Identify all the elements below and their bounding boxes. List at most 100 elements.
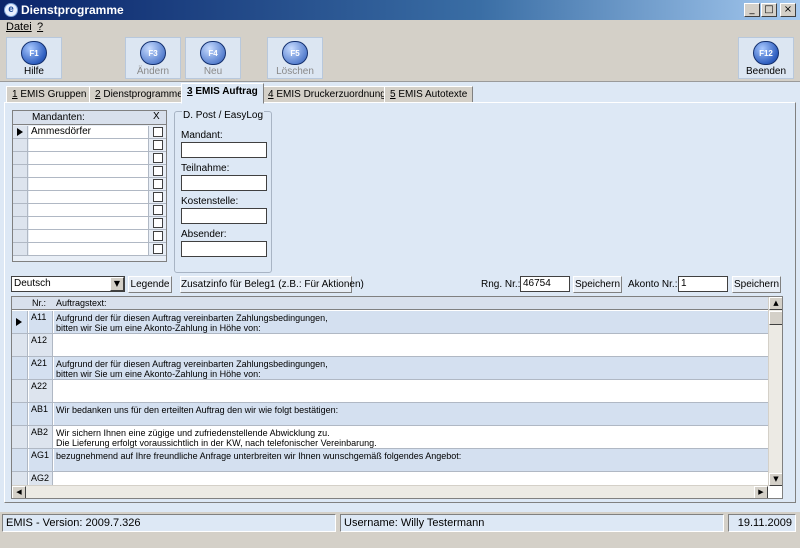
teilnahme-field[interactable] (181, 175, 267, 191)
minimize-button[interactable]: _ (744, 3, 760, 17)
help-button-label: Hilfe (23, 66, 44, 77)
exit-button[interactable]: F12 Beenden (738, 37, 794, 79)
row-nr: AB1 (29, 403, 53, 425)
date-status: 19.11.2009 (728, 514, 796, 532)
save-akonto-button[interactable]: Speichern (732, 276, 781, 293)
menu-help[interactable]: ? (37, 21, 43, 33)
mandant-checkbox[interactable] (153, 166, 163, 176)
menu-datei[interactable]: Datei (6, 21, 32, 33)
horizontal-scrollbar[interactable]: ◀ ▶ (12, 485, 768, 498)
mandanten-row[interactable]: Ammesdörfer (13, 126, 166, 139)
row-indicator (12, 334, 28, 356)
mandanten-column-header: Mandanten: (32, 112, 85, 123)
row-indicator (13, 126, 28, 138)
mandant-name[interactable] (29, 217, 149, 229)
save-rng-button[interactable]: Speichern (573, 276, 622, 293)
rng-nr-input[interactable]: 46754 (520, 276, 570, 292)
table-row[interactable]: AG1 bezugnehmend auf Ihre freundliche Anf… (12, 449, 768, 472)
absender-field-label: Absender: (181, 229, 227, 240)
help-button[interactable]: F1 Hilfe (6, 37, 62, 79)
mandanten-row[interactable] (13, 152, 166, 165)
mandant-checkbox[interactable] (153, 205, 163, 215)
vertical-scrollbar[interactable]: ▲ ▼ (768, 297, 782, 486)
language-select[interactable]: Deutsch ▼ (11, 276, 125, 292)
row-text[interactable]: Aufgrund der für diesen Auftrag vereinba… (54, 311, 768, 333)
table-row[interactable]: A12 (12, 334, 768, 357)
maximize-button[interactable]: □ (761, 3, 777, 17)
mandant-checkbox[interactable] (153, 127, 163, 137)
row-indicator (12, 426, 28, 448)
mandanten-row[interactable] (13, 243, 166, 256)
row-text[interactable] (54, 334, 768, 356)
edit-button[interactable]: F3 Ändern (125, 37, 181, 79)
row-text[interactable]: Wir bedanken uns für den erteilten Auftr… (54, 403, 768, 425)
post-group-title: D. Post / EasyLog (182, 110, 265, 121)
mandant-name[interactable] (29, 152, 149, 164)
mandant-checkbox[interactable] (153, 140, 163, 150)
table-row[interactable]: AB2 Wir sichern Ihnen eine zügige und zuf… (12, 426, 768, 449)
absender-field[interactable] (181, 241, 267, 257)
mandanten-row[interactable] (13, 178, 166, 191)
auftrag-header: Nr.: Auftragstext: (12, 297, 768, 310)
chevron-down-icon[interactable]: ▼ (110, 277, 124, 291)
mandant-name[interactable] (29, 165, 149, 177)
f3-key-icon: F3 (140, 41, 166, 65)
row-text[interactable]: Wir sichern Ihnen eine zügige und zufrie… (54, 426, 768, 448)
mandanten-row[interactable] (13, 191, 166, 204)
mandant-checkbox[interactable] (153, 179, 163, 189)
scroll-up-icon[interactable]: ▲ (769, 297, 782, 310)
tab-emis-auftrag[interactable]: 3 EMIS Auftrag (181, 83, 264, 104)
f12-key-icon: F12 (753, 41, 779, 65)
row-indicator (12, 311, 28, 333)
row-text[interactable]: Aufgrund der für diesen Auftrag vereinba… (54, 357, 768, 379)
mandant-name[interactable] (29, 178, 149, 190)
tab-dienstprogramme[interactable]: 2 Dienstprogramme (89, 86, 189, 103)
app-e-icon: e (4, 3, 18, 17)
scroll-thumb[interactable] (769, 311, 782, 325)
close-button[interactable]: × (780, 3, 796, 17)
tab-emis-gruppen[interactable]: 1 EMIS Gruppen (6, 86, 93, 103)
tab-emis-autotexte[interactable]: 5 EMIS Autotexte (384, 86, 474, 103)
table-row[interactable]: A22 (12, 380, 768, 403)
auftragstext-grid: Nr.: Auftragstext: A11 Aufgrund der für d… (11, 296, 783, 499)
scroll-left-icon[interactable]: ◀ (12, 486, 26, 498)
version-status: EMIS - Version: 2009.7.326 (2, 514, 336, 532)
mandant-name[interactable] (29, 230, 149, 242)
tab-emis-druckerzuordnung[interactable]: 4 EMIS Druckerzuordnung (262, 86, 392, 103)
mandanten-row[interactable] (13, 139, 166, 152)
kostenstelle-field[interactable] (181, 208, 267, 224)
mandant-name[interactable] (29, 191, 149, 203)
mandant-checkbox[interactable] (153, 153, 163, 163)
mandant-name[interactable] (29, 204, 149, 216)
legende-button[interactable]: Legende (128, 276, 172, 293)
mandant-name[interactable] (29, 243, 149, 255)
mandant-checkbox[interactable] (153, 244, 163, 254)
teilnahme-field-label: Teilnahme: (181, 163, 230, 174)
mandant-field-label: Mandant: (181, 130, 223, 141)
row-text[interactable]: bezugnehmend auf Ihre freundliche Anfrag… (54, 449, 768, 471)
table-row[interactable]: A11 Aufgrund der für diesen Auftrag verei… (12, 311, 768, 334)
mandant-field[interactable] (181, 142, 267, 158)
table-row[interactable]: AB1 Wir bedanken uns für den erteilten Au… (12, 403, 768, 426)
mandanten-row[interactable] (13, 217, 166, 230)
new-button[interactable]: F4 Neu (185, 37, 241, 79)
mandant-name[interactable] (29, 139, 149, 151)
mandanten-row[interactable] (13, 230, 166, 243)
edit-button-label: Ändern (136, 66, 170, 77)
scroll-right-icon[interactable]: ▶ (754, 486, 768, 498)
mandant-checkbox[interactable] (153, 218, 163, 228)
row-indicator (13, 152, 28, 164)
delete-button[interactable]: F5 Löschen (267, 37, 323, 79)
mandant-name[interactable]: Ammesdörfer (29, 126, 149, 138)
mandant-checkbox[interactable] (153, 192, 163, 202)
akonto-nr-input[interactable]: 1 (678, 276, 728, 292)
mandant-checkbox[interactable] (153, 231, 163, 241)
row-text[interactable] (54, 380, 768, 402)
table-row[interactable]: A21 Aufgrund der für diesen Auftrag verei… (12, 357, 768, 380)
mandanten-row[interactable] (13, 165, 166, 178)
text-column-header: Auftragstext: (56, 298, 107, 308)
mandanten-row[interactable] (13, 204, 166, 217)
scroll-down-icon[interactable]: ▼ (769, 473, 782, 486)
zusatzinfo-button[interactable]: Zusatzinfo für Beleg1 (z.B.: Für Aktione… (180, 276, 364, 293)
row-indicator (13, 165, 28, 177)
